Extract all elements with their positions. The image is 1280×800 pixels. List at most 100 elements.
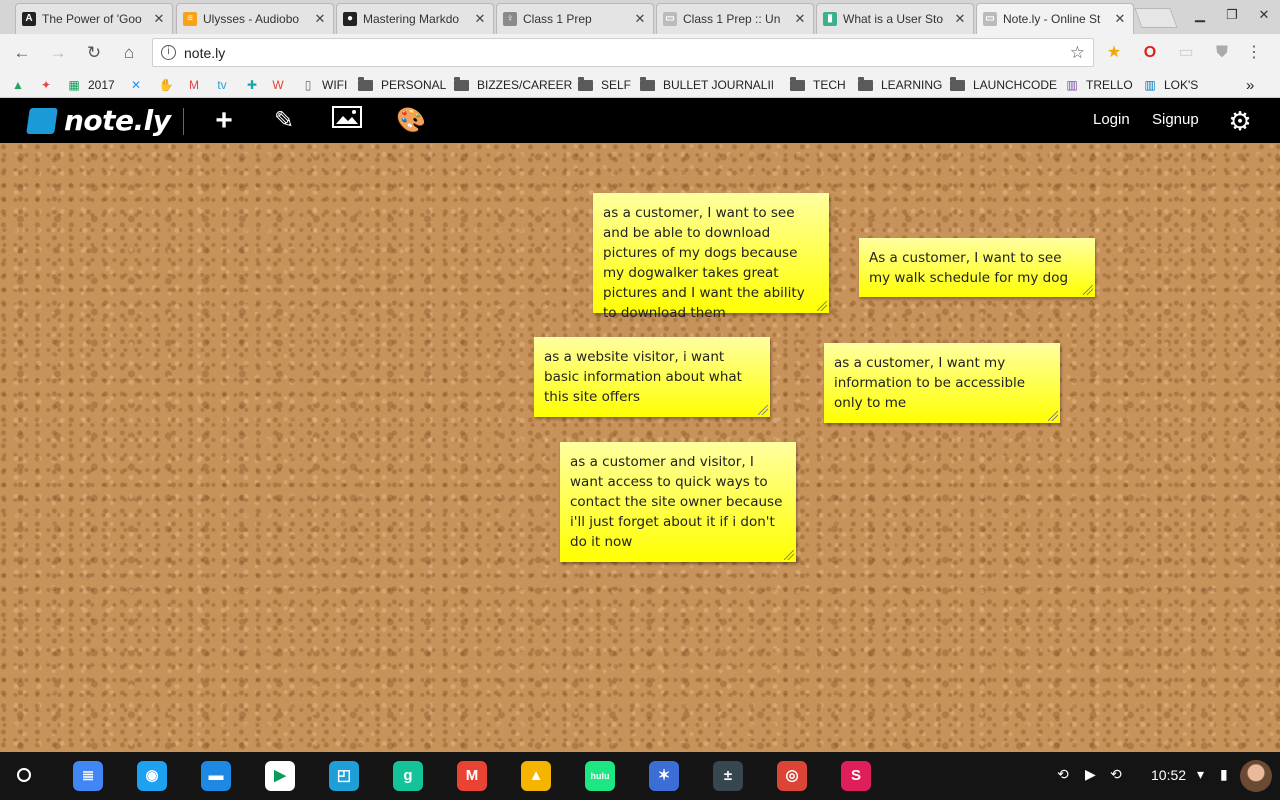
browser-tab[interactable]: A The Power of 'Goo ✕ bbox=[15, 3, 173, 34]
bookmark-item[interactable]: BIZZES/CAREER bbox=[454, 76, 572, 94]
signup-link[interactable]: Signup bbox=[1152, 111, 1199, 128]
sticky-note[interactable]: as a customer, I want to see and be able… bbox=[593, 193, 829, 321]
login-link[interactable]: Login bbox=[1093, 111, 1130, 128]
slack-icon[interactable]: S bbox=[841, 761, 871, 791]
avatar[interactable] bbox=[1240, 760, 1272, 792]
tab-close-icon[interactable]: ✕ bbox=[953, 11, 967, 27]
wifi-icon[interactable]: ▾ bbox=[1197, 766, 1204, 783]
browser-tab[interactable]: ≡ Ulysses - Audiobo ✕ bbox=[176, 3, 334, 34]
files-icon[interactable]: ▬ bbox=[201, 761, 231, 791]
browser-tab[interactable]: ▭ Note.ly - Online St ✕ bbox=[976, 3, 1134, 34]
new-tab-button[interactable] bbox=[1134, 8, 1178, 28]
play-store-icon[interactable]: ▶ bbox=[265, 761, 295, 791]
bookmark-item[interactable]: PERSONAL bbox=[358, 76, 446, 94]
bookmark-item[interactable]: ▲ bbox=[10, 76, 32, 94]
bookmark-item[interactable]: BULLET JOURNALING bbox=[640, 76, 773, 94]
resize-handle-icon[interactable] bbox=[1083, 285, 1093, 295]
bookmark-item[interactable]: M bbox=[186, 76, 208, 94]
clock[interactable]: 10:52 bbox=[1151, 767, 1186, 783]
sync-icon[interactable]: ⟲ bbox=[1057, 766, 1069, 783]
cast-icon[interactable]: ▶ bbox=[1085, 766, 1096, 783]
cast-extension-icon[interactable]: ▭ bbox=[1176, 43, 1196, 63]
screen-icon[interactable]: ◰ bbox=[329, 761, 359, 791]
tab-title[interactable]: What is a User Sto bbox=[839, 12, 953, 26]
back-icon[interactable]: ← bbox=[10, 42, 34, 64]
sticky-note-text[interactable]: as a website visitor, i want basic infor… bbox=[544, 347, 760, 407]
sticky-note-text[interactable]: as a customer, I want my information to … bbox=[834, 353, 1050, 413]
tab-title[interactable]: Mastering Markdo bbox=[359, 12, 473, 26]
tab-close-icon[interactable]: ✕ bbox=[1113, 11, 1127, 27]
bookmark-item[interactable]: ✦ bbox=[38, 76, 60, 94]
tab-close-icon[interactable]: ✕ bbox=[152, 11, 166, 27]
opera-extension-icon[interactable]: O bbox=[1140, 43, 1160, 63]
tab-close-icon[interactable]: ✕ bbox=[473, 11, 487, 27]
palette-icon[interactable]: 🎨 bbox=[395, 105, 427, 137]
gmail-icon[interactable]: M bbox=[457, 761, 487, 791]
image-icon[interactable] bbox=[331, 105, 363, 137]
tab-title[interactable]: Ulysses - Audiobo bbox=[199, 12, 313, 26]
sticky-note[interactable]: As a customer, I want to see my walk sch… bbox=[859, 238, 1095, 297]
grammarly-icon[interactable]: g bbox=[393, 761, 423, 791]
hulu-icon[interactable]: hulu bbox=[585, 761, 615, 791]
bookmark-item[interactable]: ▥ LOK'S bbox=[1142, 76, 1198, 94]
sticky-note[interactable]: as a customer and visitor, I want access… bbox=[560, 442, 796, 562]
camera-icon[interactable]: ◉ bbox=[137, 761, 167, 791]
notepad-icon[interactable]: ✎ bbox=[268, 105, 300, 137]
forward-icon[interactable]: → bbox=[46, 42, 70, 64]
bookmark-item[interactable]: ✋ bbox=[158, 76, 180, 94]
shield-extension-icon[interactable]: ⛊ bbox=[1212, 43, 1232, 63]
add-note-icon[interactable]: + bbox=[208, 105, 240, 137]
star-extension-icon[interactable]: ★ bbox=[1104, 43, 1124, 63]
tab-title[interactable]: Class 1 Prep :: Un bbox=[679, 12, 793, 26]
bookmark-item[interactable]: ▥ TRELLO bbox=[1064, 76, 1132, 94]
home-icon[interactable]: ⌂ bbox=[117, 42, 141, 64]
bookmark-item[interactable]: W bbox=[270, 76, 292, 94]
bookmark-item[interactable]: SELF bbox=[578, 76, 631, 94]
sticky-note-text[interactable]: as a customer, I want to see and be able… bbox=[603, 203, 819, 323]
tab-close-icon[interactable]: ✕ bbox=[793, 11, 807, 27]
browser-tab[interactable]: ▮ What is a User Sto ✕ bbox=[816, 3, 974, 34]
resize-handle-icon[interactable] bbox=[817, 301, 827, 311]
sticky-note[interactable]: as a website visitor, i want basic infor… bbox=[534, 337, 770, 417]
reload-icon[interactable]: ↻ bbox=[82, 42, 106, 64]
restore-icon[interactable]: ❐ bbox=[1222, 7, 1242, 23]
browser-tab[interactable]: ♀ Class 1 Prep ✕ bbox=[496, 3, 654, 34]
close-window-icon[interactable]: ✕ bbox=[1254, 7, 1274, 23]
chrome-icon[interactable]: ◎ bbox=[777, 761, 807, 791]
drive-icon[interactable]: ▲ bbox=[521, 761, 551, 791]
tab-title[interactable]: Note.ly - Online St bbox=[999, 12, 1113, 26]
menu-icon[interactable]: ⋮ bbox=[1244, 43, 1264, 63]
sticky-note-text[interactable]: as a customer and visitor, I want access… bbox=[570, 452, 786, 552]
sticky-note[interactable]: as a customer, I want my information to … bbox=[824, 343, 1060, 423]
tab-close-icon[interactable]: ✕ bbox=[313, 11, 327, 27]
resize-handle-icon[interactable] bbox=[758, 405, 768, 415]
tab-close-icon[interactable]: ✕ bbox=[633, 11, 647, 27]
battery-icon[interactable]: ▮ bbox=[1220, 766, 1228, 783]
browser-tab[interactable]: ● Mastering Markdo ✕ bbox=[336, 3, 494, 34]
more-bookmarks-icon[interactable]: » bbox=[1246, 76, 1254, 94]
tab-title[interactable]: Class 1 Prep bbox=[519, 12, 633, 26]
bookmark-item[interactable]: TECH bbox=[790, 76, 846, 94]
sticky-note-text[interactable]: As a customer, I want to see my walk sch… bbox=[869, 248, 1085, 288]
resize-handle-icon[interactable] bbox=[784, 550, 794, 560]
sync-alt-icon[interactable]: ⟲ bbox=[1110, 766, 1122, 783]
tab-title[interactable]: The Power of 'Goo bbox=[38, 12, 152, 26]
resize-handle-icon[interactable] bbox=[1048, 411, 1058, 421]
info-icon[interactable]: i bbox=[161, 45, 176, 60]
logo-text[interactable]: note.ly bbox=[64, 104, 171, 137]
bookmark-star-icon[interactable]: ☆ bbox=[1070, 43, 1085, 63]
bookmark-item[interactable]: LAUNCHCODE bbox=[950, 76, 1057, 94]
bookmark-item[interactable]: ▯ WIFI bbox=[300, 76, 348, 94]
bookmark-item[interactable]: tv bbox=[214, 76, 236, 94]
minimize-icon[interactable]: ▁ bbox=[1190, 7, 1210, 23]
browser-tab[interactable]: ▭ Class 1 Prep :: Un ✕ bbox=[656, 3, 814, 34]
settings-gear-icon[interactable]: ⚙ bbox=[1224, 105, 1256, 137]
docs-icon[interactable]: ≣ bbox=[73, 761, 103, 791]
launcher-icon[interactable] bbox=[17, 768, 31, 782]
calculator-icon[interactable]: ± bbox=[713, 761, 743, 791]
bookmark-item[interactable]: ✕ bbox=[128, 76, 150, 94]
address-bar[interactable]: i note.ly ☆ bbox=[152, 38, 1094, 67]
bookmark-item[interactable]: ✚ bbox=[244, 76, 266, 94]
address-url[interactable]: note.ly bbox=[184, 45, 225, 61]
bookmark-item[interactable]: LEARNING bbox=[858, 76, 942, 94]
